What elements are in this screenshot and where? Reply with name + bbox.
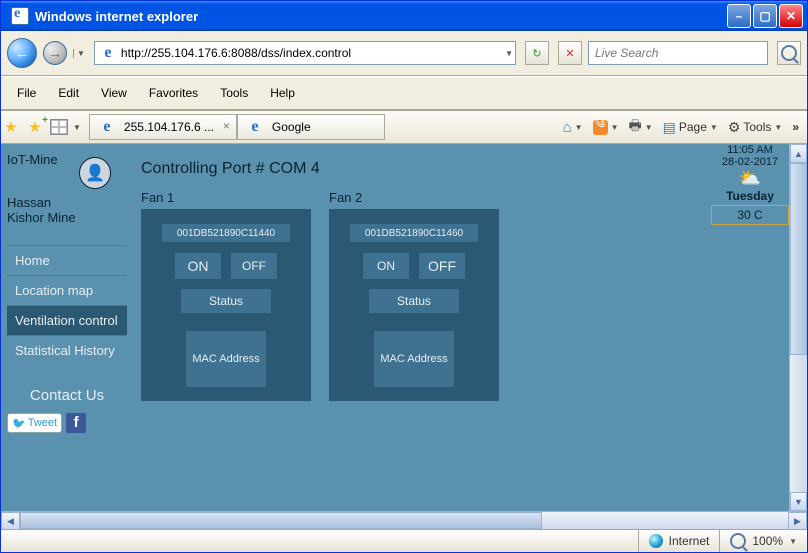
print-icon: 🖶: [628, 115, 641, 139]
globe-icon: [649, 534, 663, 548]
sidebar-item-home[interactable]: Home: [7, 245, 127, 275]
zoom-icon: [730, 533, 746, 549]
main-area: 11:05 AM 28-02-2017 ⛅ Tuesday 30 C Eric …: [131, 144, 789, 511]
tab-toolbar: ★ ★ ▼ 255.104.176.6 ... × Google ⌂▼ ༄▼ 🖶…: [1, 110, 807, 144]
fan-1-mac: 001DB521890C11440: [161, 223, 291, 243]
fan-1-mac-address[interactable]: MAC Address: [186, 331, 266, 387]
stop-button[interactable]: ✕: [558, 41, 582, 65]
tabs-dropdown[interactable]: ▼: [73, 123, 81, 132]
tab-1[interactable]: 255.104.176.6 ... ×: [89, 114, 237, 140]
menu-file[interactable]: File: [7, 84, 46, 102]
maximize-button[interactable]: ▢: [753, 4, 777, 28]
sidebar-item-history[interactable]: Statistical History: [7, 335, 127, 365]
page-title: Controlling Port # COM 4: [141, 160, 779, 178]
address-bar[interactable]: ▼: [94, 41, 516, 65]
mine-name: HassanKishor Mine: [7, 195, 127, 225]
sidebar-item-ventilation[interactable]: Ventilation control: [7, 305, 127, 335]
fan-1-on-button[interactable]: ON: [175, 253, 221, 279]
page-icon: ▤: [663, 119, 676, 136]
facebook-button[interactable]: f: [66, 413, 86, 433]
scroll-thumb[interactable]: [790, 163, 807, 355]
temperature: 30 C: [711, 205, 789, 225]
fan-1-label: Fan 1: [141, 190, 311, 205]
page-menu[interactable]: ▤Page▼: [663, 119, 718, 136]
avatar: 👤: [79, 157, 111, 189]
print-button[interactable]: 🖶▼: [628, 115, 652, 139]
home-button[interactable]: ⌂▼: [563, 119, 583, 136]
menu-bar: File Edit View Favorites Tools Help: [1, 76, 807, 110]
google-icon: [247, 119, 263, 135]
zoom-indicator[interactable]: 100%▼: [719, 530, 807, 552]
fan-2-group: Fan 2 001DB521890C11460 ON OFF Status MA…: [329, 190, 499, 401]
tools-menu[interactable]: ⚙Tools▼: [728, 119, 783, 136]
fan-2-panel: 001DB521890C11460 ON OFF Status MAC Addr…: [329, 209, 499, 401]
fan-1-panel: 001DB521890C11440 ON OFF Status MAC Addr…: [141, 209, 311, 401]
search-button[interactable]: [777, 41, 801, 65]
forward-button[interactable]: →: [43, 41, 67, 65]
horizontal-scrollbar[interactable]: ◀ ▶: [1, 511, 807, 529]
rss-icon: ༄: [593, 120, 608, 135]
fan-1-status[interactable]: Status: [181, 289, 271, 313]
titlebar[interactable]: Windows internet explorer – ▢ ✕: [1, 1, 807, 31]
fan-2-off-button[interactable]: OFF: [419, 253, 465, 279]
refresh-button[interactable]: ↻: [525, 41, 549, 65]
zone-indicator[interactable]: Internet: [638, 530, 720, 552]
clock-day: Tuesday: [711, 189, 789, 203]
clock-widget: 11:05 AM 28-02-2017 ⛅ Tuesday 30 C: [711, 144, 789, 225]
ie-icon: [99, 119, 115, 135]
nav-bar: ← → ▼ ▼ ↻ ✕: [1, 31, 807, 76]
sidebar-nav: Home Location map Ventilation control St…: [7, 245, 127, 365]
clock-date: 28-02-2017: [711, 156, 789, 168]
menu-edit[interactable]: Edit: [48, 84, 89, 102]
page-icon: [100, 45, 116, 61]
menu-help[interactable]: Help: [260, 84, 305, 102]
ie-icon: [11, 7, 29, 25]
search-input[interactable]: [593, 43, 763, 63]
tab-2[interactable]: Google: [237, 114, 385, 140]
minimize-button[interactable]: –: [727, 4, 751, 28]
app-body: IoT-Mine 👤 HassanKishor Mine Home Locati…: [1, 144, 789, 511]
search-box[interactable]: [588, 41, 768, 65]
search-icon: [781, 45, 797, 61]
close-tab-icon[interactable]: ×: [223, 119, 230, 133]
scroll-up-button[interactable]: ▲: [790, 144, 807, 163]
add-favorite-icon[interactable]: ★: [25, 117, 45, 137]
browser-window: Windows internet explorer – ▢ ✕ ← → ▼ ▼ …: [0, 0, 808, 553]
fan-1-off-button[interactable]: OFF: [231, 253, 277, 279]
contact-us: Contact Us: [7, 387, 127, 404]
sidebar: IoT-Mine 👤 HassanKishor Mine Home Locati…: [1, 144, 131, 511]
clock-time: 11:05 AM: [711, 144, 789, 156]
tab-label: Google: [272, 120, 311, 134]
gear-icon: ⚙: [728, 119, 741, 136]
history-dropdown[interactable]: ▼: [73, 49, 88, 58]
menu-tools[interactable]: Tools: [210, 84, 258, 102]
quick-tabs-icon[interactable]: [49, 117, 69, 137]
scroll-thumb[interactable]: [20, 512, 542, 529]
weather-icon: ⛅: [711, 168, 789, 189]
vertical-scrollbar[interactable]: ▲ ▼: [789, 144, 807, 511]
favorites-icon[interactable]: ★: [1, 117, 21, 137]
feeds-button[interactable]: ༄▼: [593, 120, 619, 135]
fan-2-on-button[interactable]: ON: [363, 253, 409, 279]
fan-2-status[interactable]: Status: [369, 289, 459, 313]
chevron-right-icon[interactable]: »: [792, 120, 799, 134]
tab-label: 255.104.176.6 ...: [124, 120, 214, 134]
window-title: Windows internet explorer: [35, 9, 198, 24]
fan-1-group: Fan 1 001DB521890C11440 ON OFF Status MA…: [141, 190, 311, 401]
viewport: IoT-Mine 👤 HassanKishor Mine Home Locati…: [1, 144, 807, 511]
fan-2-label: Fan 2: [329, 190, 499, 205]
menu-view[interactable]: View: [91, 84, 137, 102]
home-icon: ⌂: [563, 119, 572, 136]
fan-2-mac-address[interactable]: MAC Address: [374, 331, 454, 387]
status-bar: Internet 100%▼: [1, 529, 807, 552]
scroll-down-button[interactable]: ▼: [790, 492, 807, 511]
address-input[interactable]: [119, 43, 505, 63]
sidebar-item-location[interactable]: Location map: [7, 275, 127, 305]
menu-favorites[interactable]: Favorites: [139, 84, 208, 102]
fan-2-mac: 001DB521890C11460: [349, 223, 479, 243]
address-dropdown[interactable]: ▼: [505, 49, 513, 58]
back-button[interactable]: ←: [7, 38, 37, 68]
tweet-button[interactable]: 🐦Tweet: [7, 413, 62, 433]
close-button[interactable]: ✕: [779, 4, 803, 28]
